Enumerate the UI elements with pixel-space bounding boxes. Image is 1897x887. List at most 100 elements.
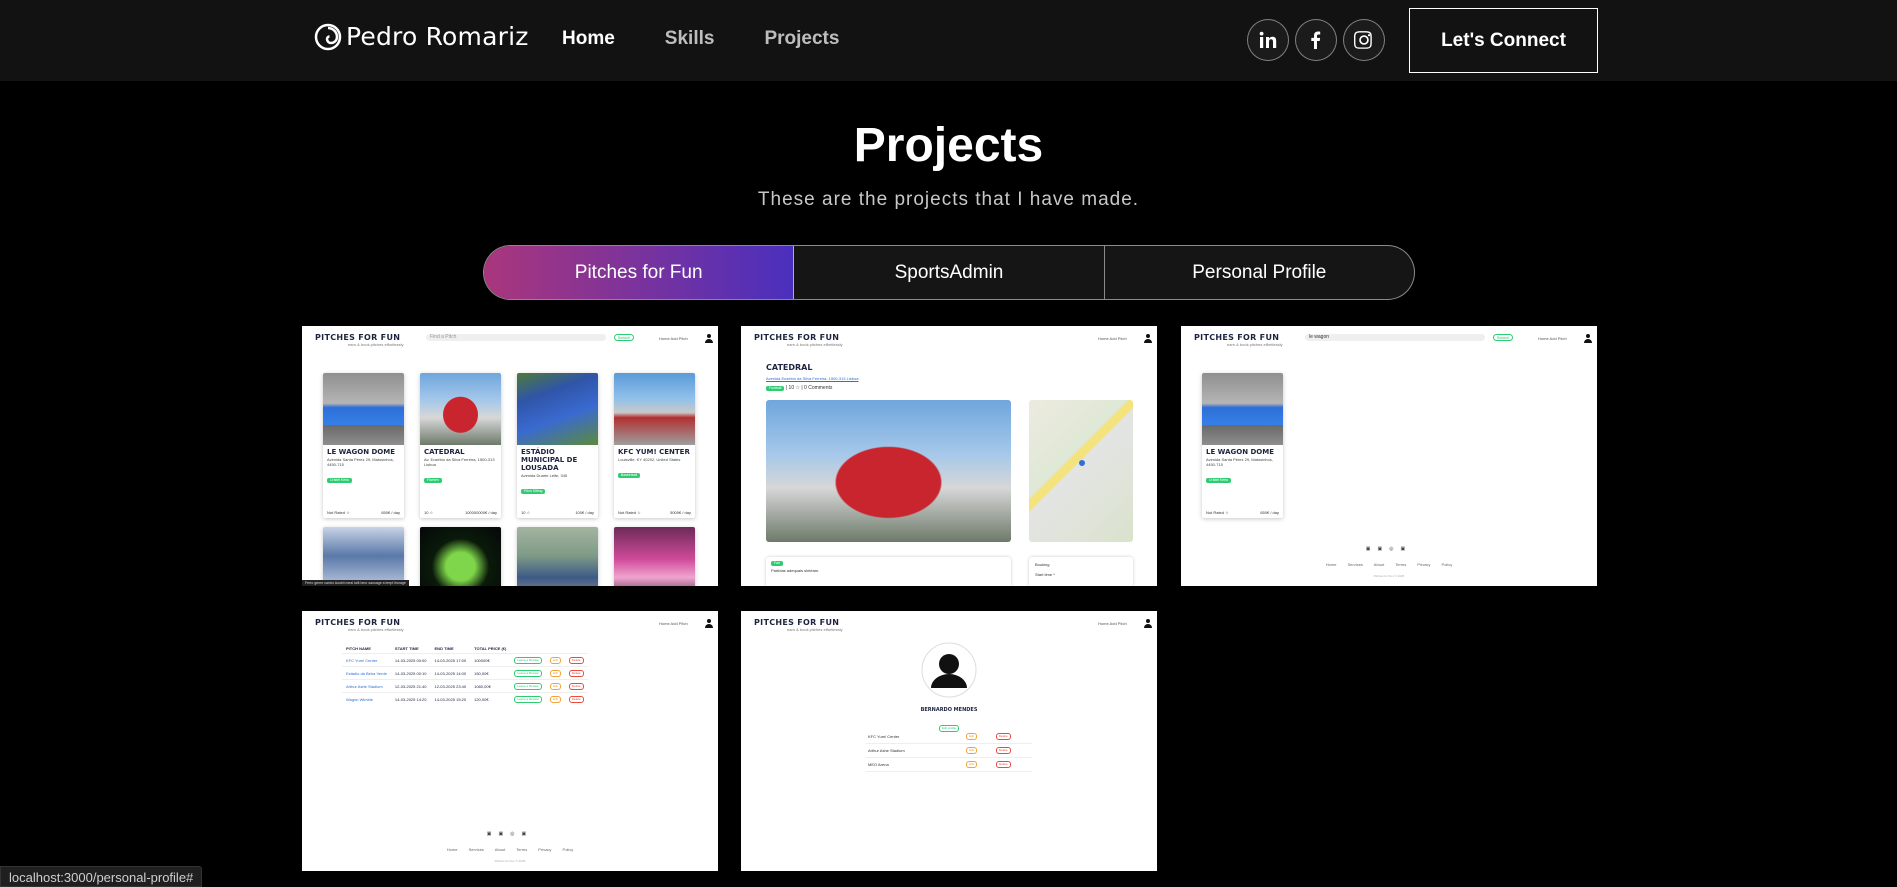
pitch-name: LE WAGON DOME <box>327 448 396 456</box>
instagram-button[interactable] <box>1343 19 1385 61</box>
pitch-card <box>517 527 598 586</box>
nav-link-home[interactable]: Home <box>562 28 615 50</box>
pitch-footer: 10 ☆ 100€ / day <box>521 510 594 515</box>
pitch-price: 100000000€ / day <box>464 510 497 515</box>
delete-button[interactable]: Delete <box>568 682 584 690</box>
map-view[interactable] <box>1029 400 1133 542</box>
tab-pitches-for-fun[interactable]: Pitches for Fun <box>484 246 795 299</box>
browser-status-bar: localhost:3000/personal-profile# <box>0 866 203 887</box>
pitch-rating: 10 ☆ <box>424 510 434 515</box>
end-time: 12-03-2025 23:40 <box>430 679 471 693</box>
instagram-icon <box>1354 31 1372 49</box>
column-header: PITCH NAME <box>346 646 371 651</box>
delete-button[interactable]: Delete <box>568 669 584 677</box>
pitch-image <box>323 373 404 445</box>
delete-button[interactable]: Delete <box>996 761 1011 768</box>
pitch-link[interactable]: Estádio da Beira Verde <box>342 666 391 680</box>
edit-button[interactable]: Edit <box>966 747 978 754</box>
user-icon <box>705 334 713 343</box>
column-header: START TIME <box>394 646 419 651</box>
pitch-link[interactable]: KFC Yum! Center <box>342 653 391 667</box>
pitch-image <box>517 527 598 586</box>
mini-logo: PITCHES FOR FUN <box>315 618 401 627</box>
mini-logo: PITCHES FOR FUN <box>1194 333 1280 342</box>
mini-logo: PITCHES FOR FUN <box>315 333 401 342</box>
user-icon <box>705 619 713 628</box>
pitch-footer: Not Rated ☆ 650€ / day <box>327 510 400 515</box>
project-screenshot-search-result[interactable]: PITCHES FOR FUN earn & book pitches effo… <box>1181 326 1597 586</box>
pitch-link[interactable]: Wagon Wimble <box>342 692 391 705</box>
table-row: Estádio da Beira Verde 14-03-2025 00:10 … <box>342 666 588 680</box>
pitch-rating: Not Rated ☆ <box>618 510 641 515</box>
nav-link-skills[interactable]: Skills <box>665 28 715 50</box>
delete-button[interactable]: Delete <box>996 747 1011 754</box>
pitch-card <box>614 527 695 586</box>
review-button[interactable]: Leave a Review <box>514 682 542 690</box>
mini-navbar: PITCHES FOR FUN earn & book pitches effo… <box>1181 326 1597 350</box>
edit-button[interactable]: Edit <box>549 669 561 677</box>
pitch-rating: Not Rated ☆ <box>1206 510 1229 515</box>
pitch-price: 650€ / day <box>1260 510 1279 515</box>
pitch-name: ESTÁDIO MUNICIPAL DE LOUSADA <box>521 448 578 472</box>
pitch-link[interactable]: Arthur Ashe Stadium <box>342 679 391 693</box>
delete-button[interactable]: Delete <box>996 733 1011 740</box>
mini-navbar: PITCHES FOR FUN earn & book pitches effo… <box>302 326 718 350</box>
project-screenshot-pitch-list[interactable]: PITCHES FOR FUN earn & book pitches effo… <box>302 326 718 586</box>
project-screenshot-pitch-detail[interactable]: PITCHES FOR FUN earn & book pitches effo… <box>741 326 1157 586</box>
mini-nav-links: Home Add Pitch <box>1098 621 1127 626</box>
pitch-badge: Cristel Kerto <box>1206 478 1232 483</box>
pitch-badge: Flamen <box>424 478 442 483</box>
project-screenshot-profile[interactable]: PITCHES FOR FUN earn & book pitches effo… <box>741 611 1157 871</box>
mini-footer-copyright: Pitches for Fun © 2025 <box>1373 574 1405 578</box>
page-subtitle: These are the projects that I have made. <box>757 189 1140 210</box>
booking-form[interactable]: Booking Start time * <box>1029 557 1133 586</box>
project-screenshot-bookings[interactable]: PITCHES FOR FUN earn & book pitches effo… <box>302 611 718 871</box>
mini-tagline: earn & book pitches effortlessly <box>348 342 404 347</box>
booking-label: Booking <box>1035 562 1050 567</box>
avatar-icon <box>921 642 977 698</box>
review-button[interactable]: Leave a Review <box>514 695 542 703</box>
pitch-image <box>420 373 501 445</box>
pitch-image <box>517 373 598 445</box>
user-icon <box>1584 334 1592 343</box>
pitch-footer: Not Rated ☆ 5000€ / day <box>618 510 691 515</box>
facebook-button[interactable] <box>1295 19 1337 61</box>
edit-button[interactable]: Edit <box>549 682 561 690</box>
pitch-footer: 10 ☆ 100000000€ / day <box>424 510 497 515</box>
brand-name: Pedro Romariz <box>346 22 529 51</box>
edit-button[interactable]: Edit <box>549 656 561 664</box>
mini-search-input: Find a Pitch <box>426 334 606 341</box>
brand[interactable]: Pedro Romariz <box>314 22 529 51</box>
mini-tagline: earn & book pitches effortlessly <box>1227 342 1283 347</box>
edit-button[interactable]: Edit <box>966 733 978 740</box>
start-time-label: Start time * <box>1035 572 1055 577</box>
pitch-rating: Not Rated ☆ <box>327 510 350 515</box>
start-time: 14-03-2025 00:00 <box>390 653 431 667</box>
total-price: 1080,00€ <box>470 679 511 693</box>
pitch-price: 100€ / day <box>575 510 594 515</box>
mini-logo: PITCHES FOR FUN <box>754 618 840 627</box>
tab-personal-profile[interactable]: Personal Profile <box>1105 246 1414 299</box>
map-pin-icon <box>1079 460 1085 466</box>
edit-button[interactable]: Edit <box>966 761 978 768</box>
pitch-card <box>323 527 404 586</box>
review-button[interactable]: Leave a Review <box>514 669 542 677</box>
pitch-badge: Pitch Sitting <box>521 489 546 494</box>
mini-search-button: Search <box>1493 334 1513 341</box>
total-price: 100000€ <box>470 653 511 667</box>
start-time: 14-03-2025 14:20 <box>390 692 431 705</box>
linkedin-button[interactable] <box>1247 19 1289 61</box>
delete-button[interactable]: Delete <box>568 695 584 703</box>
tab-sportsadmin[interactable]: SportsAdmin <box>794 246 1105 299</box>
mini-footer-copyright: Pitches for Fun © 2025 <box>494 859 526 863</box>
edit-button[interactable]: Edit <box>549 695 561 703</box>
delete-button[interactable]: Delete <box>568 656 584 664</box>
total-price: 120,00€ <box>470 692 511 705</box>
lets-connect-button[interactable]: Let's Connect <box>1409 8 1598 73</box>
mini-footer-links: Home Services About Terms Privacy Policy <box>446 847 574 852</box>
pitch-badge: Football <box>766 386 785 391</box>
nav-link-projects[interactable]: Projects <box>764 28 839 50</box>
pitch-address: Av. Eusébio da Silva Ferreira, 1500-313 … <box>424 457 495 467</box>
review-button[interactable]: Leave a Review <box>514 656 542 664</box>
my-pitches-list: KFC Yum! Center Edit Delete Arthur Ashe … <box>866 730 1032 772</box>
